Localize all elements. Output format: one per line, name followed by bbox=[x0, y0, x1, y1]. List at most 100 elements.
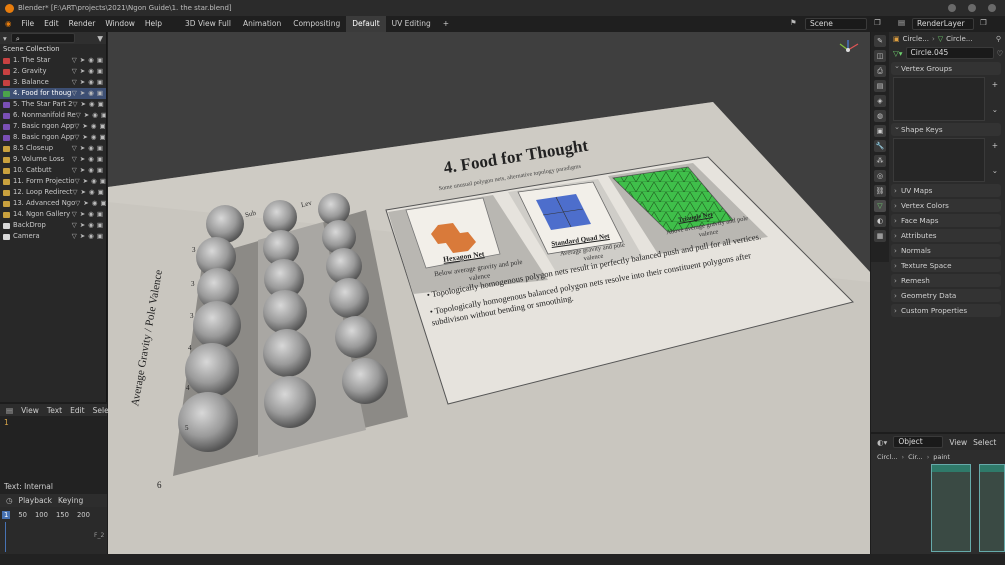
timeline-editor-icon[interactable]: ◷ bbox=[6, 496, 13, 505]
camera-icon[interactable]: ▣ bbox=[97, 143, 103, 154]
panel-custom-properties[interactable]: Custom Properties bbox=[891, 304, 1001, 317]
select-icon[interactable]: ➤ bbox=[80, 66, 85, 77]
panel-uv-maps[interactable]: UV Maps bbox=[891, 184, 1001, 197]
filter-icon[interactable]: ▽ bbox=[72, 88, 77, 99]
node-editor-type-icon[interactable]: ◐▾ bbox=[877, 438, 887, 447]
filter-icon[interactable]: ▽ bbox=[72, 143, 77, 154]
particles-tab-icon[interactable]: ⁂ bbox=[874, 155, 886, 167]
outliner-item[interactable]: 10. Catbutt ▽ ➤ ◉ ▣ bbox=[0, 165, 106, 176]
camera-icon[interactable]: ▣ bbox=[100, 198, 106, 209]
tool-tab-icon[interactable]: ✎ bbox=[874, 35, 886, 47]
select-icon[interactable]: ➤ bbox=[80, 77, 85, 88]
select-icon[interactable]: ➤ bbox=[82, 121, 87, 132]
camera-icon[interactable]: ▣ bbox=[98, 99, 104, 110]
breadcrumb-object[interactable]: Circle... bbox=[903, 35, 929, 43]
outliner-item[interactable]: 1. The Star ▽ ➤ ◉ ▣ bbox=[0, 55, 106, 66]
menu-edit[interactable]: Edit bbox=[39, 16, 64, 32]
filter-icon[interactable]: ▽ bbox=[72, 165, 77, 176]
mesh-browse-icon[interactable]: ▽▾ bbox=[893, 49, 903, 58]
select-icon[interactable]: ➤ bbox=[80, 154, 85, 165]
eye-icon[interactable]: ◉ bbox=[88, 55, 94, 66]
object-tab-icon[interactable]: ▣ bbox=[874, 125, 886, 137]
navigation-gizmo[interactable] bbox=[839, 40, 859, 52]
select-icon[interactable]: ➤ bbox=[84, 110, 89, 121]
fake-user-icon[interactable]: ♡ bbox=[997, 49, 1004, 58]
vertex-group-menu-icon[interactable]: ⌄ bbox=[992, 105, 998, 114]
editor-type-icon[interactable]: ▾ bbox=[3, 34, 7, 43]
menu-window[interactable]: Window bbox=[100, 16, 140, 32]
outliner-item[interactable]: 5. The Star Part 2 ▽ ➤ ◉ ▣ bbox=[0, 99, 106, 110]
scene-copy-icon[interactable]: ❐ bbox=[874, 18, 881, 27]
timeline-menu-keying[interactable]: Keying bbox=[58, 496, 83, 505]
panel-texture-space[interactable]: Texture Space bbox=[891, 259, 1001, 272]
filter-icon[interactable]: ▽ bbox=[74, 132, 79, 143]
blender-menu-icon[interactable]: ◉ bbox=[0, 16, 17, 32]
outliner-item[interactable]: 4. Food for thoug ▽ ➤ ◉ ▣ bbox=[0, 88, 106, 99]
outliner-item[interactable]: 11. Form Projectio ▽ ➤ ◉ ▣ bbox=[0, 176, 106, 187]
outliner-item[interactable]: 6. Nonmanifold Re ▽ ➤ ◉ ▣ bbox=[0, 110, 106, 121]
output-tab-icon[interactable]: ⎙ bbox=[874, 65, 886, 77]
scene-tab-icon[interactable]: ◈ bbox=[874, 95, 886, 107]
eye-icon[interactable]: ◉ bbox=[89, 187, 95, 198]
workspace-tab-3d-view-full[interactable]: 3D View Full bbox=[179, 16, 237, 32]
timeline-menu-playback[interactable]: Playback bbox=[19, 496, 52, 505]
maximize-icon[interactable] bbox=[968, 4, 976, 12]
menu-help[interactable]: Help bbox=[140, 16, 167, 32]
eye-icon[interactable]: ◉ bbox=[88, 165, 94, 176]
text-editor-type-icon[interactable]: ▤ bbox=[6, 406, 13, 415]
filter-icon[interactable]: ▽ bbox=[76, 110, 81, 121]
filter-icon[interactable]: ▽ bbox=[72, 154, 77, 165]
add-vertex-group-icon[interactable]: + bbox=[992, 80, 998, 89]
filter-icon[interactable]: ▽ bbox=[72, 66, 77, 77]
shader-node[interactable] bbox=[931, 464, 971, 552]
current-frame-indicator[interactable]: 1 bbox=[2, 511, 11, 519]
breadcrumb-mesh[interactable]: Circle... bbox=[946, 35, 972, 43]
add-workspace-button[interactable]: + bbox=[437, 16, 455, 32]
scene-collection-header[interactable]: Scene Collection bbox=[0, 44, 106, 55]
panel-normals[interactable]: Normals bbox=[891, 244, 1001, 257]
pin-icon[interactable]: ⚲ bbox=[996, 35, 1005, 43]
material-tab-icon[interactable]: ◐ bbox=[874, 215, 886, 227]
eye-icon[interactable]: ◉ bbox=[88, 220, 94, 231]
outliner-search-input[interactable]: ⌕ bbox=[10, 33, 75, 43]
select-icon[interactable]: ➤ bbox=[83, 198, 88, 209]
scene-selector[interactable]: Scene bbox=[805, 18, 867, 30]
eye-icon[interactable]: ◉ bbox=[88, 143, 94, 154]
outliner-item[interactable]: BackDrop ▽ ➤ ◉ ▣ bbox=[0, 220, 106, 231]
3d-viewport[interactable]: 4. Food for Thought Some unusual polygon… bbox=[108, 32, 870, 554]
filter-icon[interactable]: ▽ bbox=[72, 209, 77, 220]
workspace-tab-animation[interactable]: Animation bbox=[237, 16, 287, 32]
shape-keys-list[interactable]: + ⌄ bbox=[893, 138, 998, 182]
node-menu-select[interactable]: Select bbox=[973, 438, 996, 447]
shape-key-menu-icon[interactable]: ⌄ bbox=[992, 166, 998, 175]
outliner-item[interactable]: 2. Gravity ▽ ➤ ◉ ▣ bbox=[0, 66, 106, 77]
view-layer-selector[interactable]: RenderLayer bbox=[912, 18, 974, 30]
eye-icon[interactable]: ◉ bbox=[88, 88, 94, 99]
text-menu-text[interactable]: Text bbox=[47, 406, 62, 415]
outliner-item[interactable]: 8.5 Closeup ▽ ➤ ◉ ▣ bbox=[0, 143, 106, 154]
render-tab-icon[interactable]: ◫ bbox=[874, 50, 886, 62]
select-icon[interactable]: ➤ bbox=[80, 55, 85, 66]
node-breadcrumb-mesh[interactable]: Cir... bbox=[908, 453, 923, 461]
camera-icon[interactable]: ▣ bbox=[97, 66, 103, 77]
select-icon[interactable]: ➤ bbox=[80, 220, 85, 231]
camera-icon[interactable]: ▣ bbox=[99, 132, 105, 143]
add-shape-key-icon[interactable]: + bbox=[992, 141, 998, 150]
camera-icon[interactable]: ▣ bbox=[97, 77, 103, 88]
eye-icon[interactable]: ◉ bbox=[88, 154, 94, 165]
select-icon[interactable]: ➤ bbox=[80, 99, 85, 110]
filter-icon[interactable]: ▽ bbox=[72, 187, 77, 198]
eye-icon[interactable]: ◉ bbox=[89, 99, 95, 110]
minimize-icon[interactable] bbox=[948, 4, 956, 12]
eye-icon[interactable]: ◉ bbox=[88, 209, 94, 220]
shader-node[interactable] bbox=[979, 464, 1005, 552]
constraints-tab-icon[interactable]: ⛓ bbox=[874, 185, 886, 197]
physics-tab-icon[interactable]: ◎ bbox=[874, 170, 886, 182]
camera-icon[interactable]: ▣ bbox=[98, 187, 104, 198]
object-mode-dropdown[interactable]: Object bbox=[893, 436, 944, 448]
outliner-item[interactable]: 13. Advanced Ngo ▽ ➤ ◉ ▣ bbox=[0, 198, 106, 209]
view-layer-copy-icon[interactable]: ❐ bbox=[980, 18, 987, 27]
outliner-item[interactable]: 7. Basic ngon App ▽ ➤ ◉ ▣ bbox=[0, 121, 106, 132]
outliner-item[interactable]: 3. Balance ▽ ➤ ◉ ▣ bbox=[0, 77, 106, 88]
outliner-item[interactable]: 14. Ngon Gallery ▽ ➤ ◉ ▣ bbox=[0, 209, 106, 220]
